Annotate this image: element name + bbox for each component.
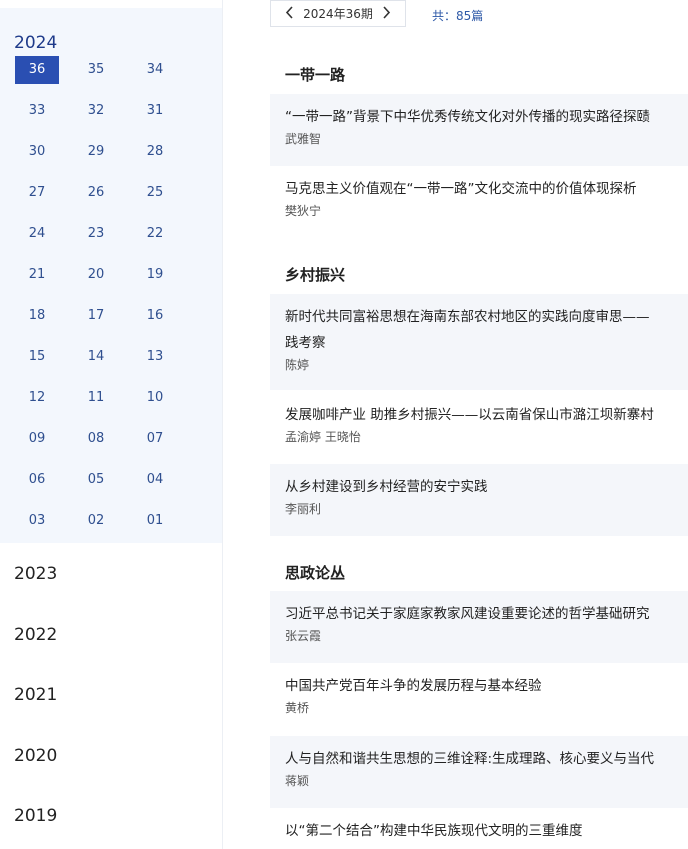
article-title-continued[interactable]: 践考察 — [285, 330, 688, 356]
issue-link[interactable]: 32 — [74, 97, 118, 125]
issue-link[interactable]: 13 — [133, 343, 177, 371]
issue-link[interactable]: 35 — [74, 56, 118, 84]
issue-link[interactable]: 02 — [74, 507, 118, 535]
issue-link[interactable]: 18 — [15, 302, 59, 330]
issue-link[interactable]: 10 — [133, 384, 177, 412]
issue-link[interactable]: 08 — [74, 425, 118, 453]
article-author[interactable]: 武雅智 — [285, 130, 688, 148]
issue-link[interactable]: 07 — [133, 425, 177, 453]
article-author[interactable]: 蒋颖 — [285, 772, 688, 790]
article-title[interactable]: 习近平总书记关于家庭家教家风建设重要论述的哲学基础研究 — [285, 601, 688, 627]
year-link[interactable]: 2022 — [14, 625, 57, 645]
issue-link[interactable]: 19 — [133, 261, 177, 289]
article-author[interactable]: 李丽利 — [285, 500, 688, 518]
article-title[interactable]: 人与自然和谐共生思想的三维诠释:生成理路、核心要义与当代 — [285, 746, 688, 772]
year-link[interactable]: 2019 — [14, 806, 57, 826]
issue-link[interactable]: 05 — [74, 466, 118, 494]
issue-link[interactable]: 17 — [74, 302, 118, 330]
issue-link[interactable]: 11 — [74, 384, 118, 412]
issue-link[interactable]: 24 — [15, 220, 59, 248]
issue-link[interactable]: 21 — [15, 261, 59, 289]
issue-link[interactable]: 28 — [133, 138, 177, 166]
issue-link[interactable]: 34 — [133, 56, 177, 84]
issue-link[interactable]: 12 — [15, 384, 59, 412]
article-item[interactable]: 人与自然和谐共生思想的三维诠释:生成理路、核心要义与当代 蒋颖 — [270, 736, 688, 808]
article-title[interactable]: 发展咖啡产业 助推乡村振兴——以云南省保山市潞江坝新寨村 — [285, 402, 688, 428]
article-author[interactable]: 黄桥 — [285, 699, 688, 717]
issue-link[interactable]: 27 — [15, 179, 59, 207]
article-author[interactable]: 陈婷 — [285, 356, 688, 374]
issue-link[interactable]: 20 — [74, 261, 118, 289]
issue-link[interactable]: 14 — [74, 343, 118, 371]
section-title: 乡村振兴 — [285, 266, 346, 284]
article-item[interactable]: 以“第二个结合”构建中华民族现代文明的三重维度 — [270, 808, 688, 849]
article-title[interactable]: 马克思主义价值观在“一带一路”文化交流中的价值体现探析 — [285, 176, 688, 202]
section-title: 一带一路 — [285, 66, 346, 84]
issue-link[interactable]: 30 — [15, 138, 59, 166]
article-item[interactable]: 习近平总书记关于家庭家教家风建设重要论述的哲学基础研究 张云霞 — [270, 591, 688, 663]
article-title[interactable]: 以“第二个结合”构建中华民族现代文明的三重维度 — [285, 818, 688, 844]
issue-link[interactable]: 36 — [15, 56, 59, 84]
issue-link[interactable]: 04 — [133, 466, 177, 494]
article-list: 一带一路 “一带一路”背景下中华优秀传统文化对外传播的现实路径探赜 武雅智 马克… — [270, 0, 688, 849]
section-title: 思政论丛 — [285, 564, 346, 582]
article-item[interactable]: “一带一路”背景下中华优秀传统文化对外传播的现实路径探赜 武雅智 — [270, 94, 688, 166]
issue-grid: 36 35 34 33 32 31 30 29 28 27 26 25 24 23 22 21 20 19 18 17… — [15, 56, 191, 548]
issue-link[interactable]: 06 — [15, 466, 59, 494]
article-author[interactable]: 樊狄宁 — [285, 202, 688, 220]
year-issue-sidebar: 2024 36 35 34 33 32 31 30 29 28 27 26 25 24 23 22 21 20 1… — [0, 0, 223, 849]
year-link[interactable]: 2020 — [14, 746, 57, 766]
article-item[interactable]: 马克思主义价值观在“一带一路”文化交流中的价值体现探析 樊狄宁 — [270, 166, 688, 236]
article-author[interactable]: 孟渝婷 王晓怡 — [285, 428, 688, 446]
article-author[interactable]: 张云霞 — [285, 627, 688, 645]
issue-link[interactable]: 16 — [133, 302, 177, 330]
issue-link[interactable]: 22 — [133, 220, 177, 248]
issue-link[interactable]: 03 — [15, 507, 59, 535]
article-title[interactable]: 新时代共同富裕思想在海南东部农村地区的实践向度审思—— — [285, 304, 688, 330]
issue-link[interactable]: 29 — [74, 138, 118, 166]
issue-link[interactable]: 23 — [74, 220, 118, 248]
article-item[interactable]: 中国共产党百年斗争的发展历程与基本经验 黄桥 — [270, 663, 688, 735]
issue-link[interactable]: 25 — [133, 179, 177, 207]
issue-link[interactable]: 09 — [15, 425, 59, 453]
article-title[interactable]: “一带一路”背景下中华优秀传统文化对外传播的现实路径探赜 — [285, 104, 688, 130]
article-item[interactable]: 新时代共同富裕思想在海南东部农村地区的实践向度审思—— 践考察 陈婷 — [270, 294, 688, 390]
year-link[interactable]: 2021 — [14, 685, 57, 705]
issue-link[interactable]: 33 — [15, 97, 59, 125]
article-title[interactable]: 从乡村建设到乡村经营的安宁实践 — [285, 474, 688, 500]
issue-link[interactable]: 01 — [133, 507, 177, 535]
issue-link[interactable]: 26 — [74, 179, 118, 207]
year-label-current[interactable]: 2024 — [14, 33, 57, 53]
year-link[interactable]: 2023 — [14, 564, 57, 584]
issue-link[interactable]: 31 — [133, 97, 177, 125]
article-title[interactable]: 中国共产党百年斗争的发展历程与基本经验 — [285, 673, 688, 699]
article-item[interactable]: 从乡村建设到乡村经营的安宁实践 李丽利 — [270, 464, 688, 536]
article-item[interactable]: 发展咖啡产业 助推乡村振兴——以云南省保山市潞江坝新寨村 孟渝婷 王晓怡 — [270, 392, 688, 462]
year-panel-2024: 2024 36 35 34 33 32 31 30 29 28 27 26 25 24 23 22 21 20 1… — [0, 8, 222, 543]
issue-link[interactable]: 15 — [15, 343, 59, 371]
